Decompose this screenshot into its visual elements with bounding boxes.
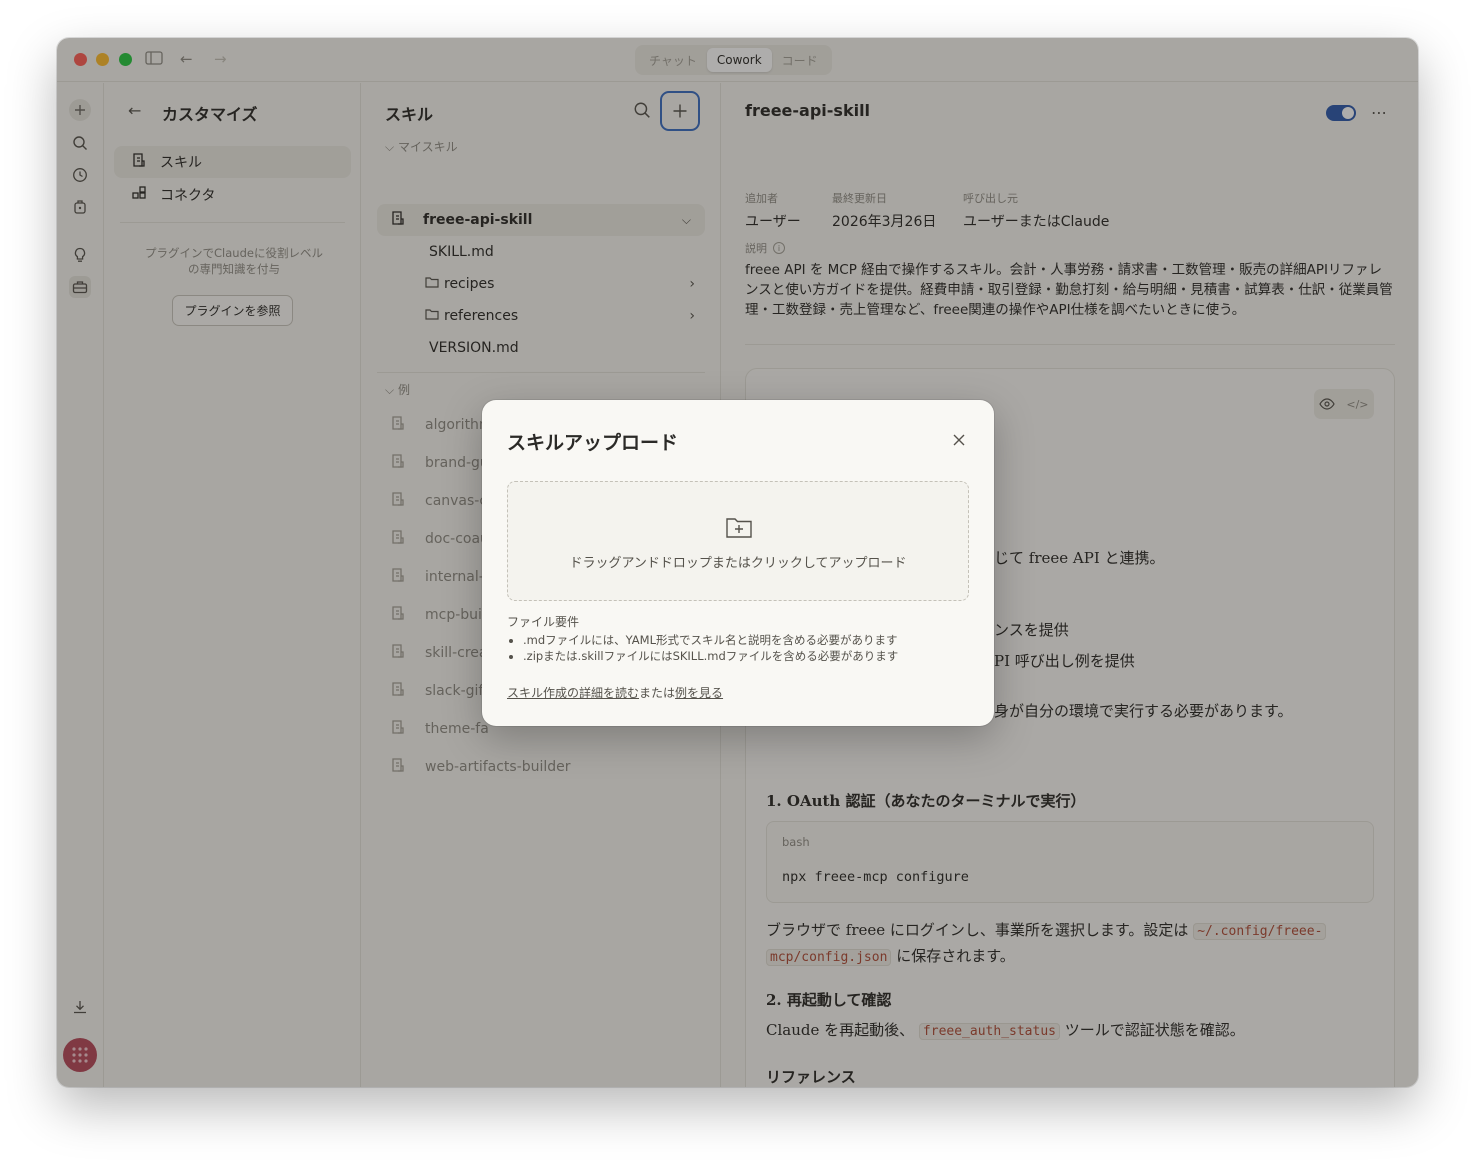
requirements-list: .mdファイルには、YAML形式でスキル名と説明を含める必要があります .zip… — [523, 632, 973, 664]
link-separator: または — [639, 686, 676, 700]
upload-skill-dialog: スキルアップロード ドラッグアンドドロップまたはクリックしてアップロード ファイ… — [482, 400, 994, 726]
read-more-link[interactable]: スキル作成の詳細を読む — [507, 686, 639, 700]
dialog-title: スキルアップロード — [507, 432, 679, 454]
file-dropzone[interactable]: ドラッグアンドドロップまたはクリックしてアップロード — [507, 481, 969, 601]
requirements-title: ファイル要件 — [507, 615, 580, 629]
help-links: スキル作成の詳細を読むまたは例を見る — [507, 684, 723, 701]
requirement-item: .mdファイルには、YAML形式でスキル名と説明を含める必要があります — [523, 632, 973, 648]
see-examples-link[interactable]: 例を見る — [675, 686, 723, 700]
close-icon[interactable] — [952, 432, 966, 451]
requirement-item: .zipまたは.skillファイルにはSKILL.mdファイルを含める必要があり… — [523, 648, 973, 664]
modal-overlay: スキルアップロード ドラッグアンドドロップまたはクリックしてアップロード ファイ… — [0, 0, 1475, 1162]
folder-plus-icon — [725, 515, 753, 543]
dropzone-text: ドラッグアンドドロップまたはクリックしてアップロード — [569, 556, 907, 571]
